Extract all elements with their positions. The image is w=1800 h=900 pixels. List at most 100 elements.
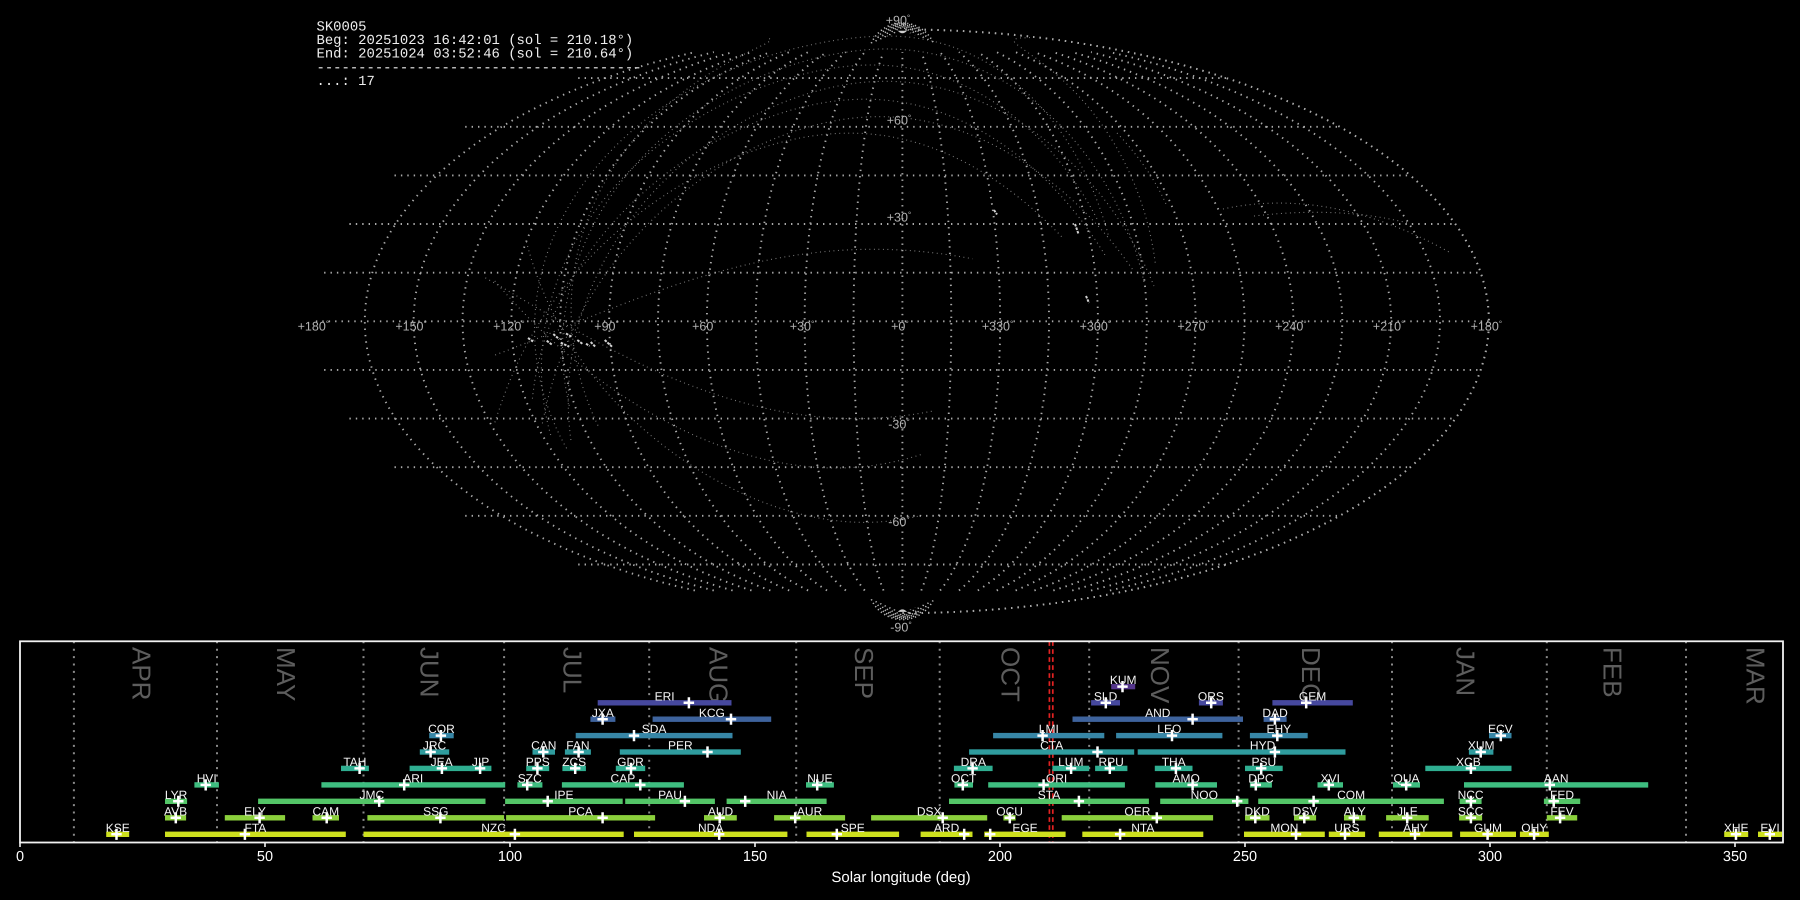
svg-text:FEB: FEB: [1597, 647, 1627, 698]
svg-text:OER: OER: [1124, 804, 1150, 818]
svg-text:250: 250: [1233, 849, 1257, 865]
svg-text:GUM: GUM: [1474, 821, 1502, 835]
svg-text:...: 17: ...: 17: [317, 74, 375, 90]
svg-text:PSU: PSU: [1252, 755, 1277, 769]
svg-text:GDR: GDR: [617, 755, 644, 769]
svg-text:PCA: PCA: [568, 804, 593, 818]
svg-text:ARD: ARD: [934, 821, 960, 835]
svg-text:MAY: MAY: [271, 647, 301, 701]
svg-text:AUR: AUR: [797, 804, 823, 818]
svg-text:AAN: AAN: [1544, 772, 1569, 786]
svg-text:HVI: HVI: [197, 772, 217, 786]
svg-text:150: 150: [743, 849, 767, 865]
svg-text:TAH: TAH: [343, 755, 366, 769]
svg-text:+60°: +60°: [887, 112, 912, 127]
svg-text:STA: STA: [1038, 788, 1060, 802]
svg-text:QUA: QUA: [1393, 772, 1419, 786]
svg-text:CAN: CAN: [531, 739, 556, 753]
svg-text:ELY: ELY: [244, 804, 266, 818]
svg-text:+150°: +150°: [395, 318, 427, 333]
svg-text:SZC: SZC: [518, 772, 542, 786]
svg-text:EGE: EGE: [1012, 821, 1037, 835]
svg-text:50: 50: [257, 849, 273, 865]
svg-text:+90°: +90°: [886, 13, 911, 28]
svg-text:ERI: ERI: [655, 689, 675, 703]
svg-text:SLD: SLD: [1094, 689, 1118, 703]
svg-text:MON: MON: [1270, 821, 1298, 835]
svg-text:THA: THA: [1162, 755, 1186, 769]
svg-text:ORI: ORI: [1046, 772, 1067, 786]
svg-text:XHE: XHE: [1724, 821, 1749, 835]
svg-text:NOO: NOO: [1191, 788, 1218, 802]
svg-text:EVI: EVI: [1760, 821, 1779, 835]
svg-text:JIP: JIP: [472, 755, 489, 769]
svg-text:KUM: KUM: [1110, 673, 1137, 687]
svg-text:NCC: NCC: [1458, 788, 1484, 802]
svg-text:AVB: AVB: [164, 804, 187, 818]
svg-text:HYD: HYD: [1250, 739, 1276, 753]
svg-text:200: 200: [988, 849, 1012, 865]
svg-text:DSV: DSV: [1293, 804, 1318, 818]
svg-text:FAN: FAN: [566, 739, 589, 753]
svg-text:JLE: JLE: [1397, 804, 1418, 818]
svg-text:URS: URS: [1334, 821, 1359, 835]
svg-text:DKD: DKD: [1245, 804, 1271, 818]
svg-text:300: 300: [1478, 849, 1502, 865]
svg-text:Solar longitude (deg): Solar longitude (deg): [831, 869, 970, 886]
svg-text:+330°: +330°: [982, 318, 1014, 333]
svg-text:+300°: +300°: [1080, 318, 1112, 333]
svg-text:RPU: RPU: [1099, 755, 1124, 769]
svg-text:OCT: OCT: [995, 647, 1025, 702]
svg-text:+30°: +30°: [887, 210, 912, 225]
svg-text:FED: FED: [1550, 788, 1574, 802]
svg-text:PAU: PAU: [658, 788, 682, 802]
svg-text:PPS: PPS: [526, 755, 550, 769]
svg-text:JAN: JAN: [1450, 647, 1480, 696]
svg-text:AHY: AHY: [1403, 821, 1428, 835]
svg-text:AUG: AUG: [704, 647, 734, 703]
svg-text:JEA: JEA: [431, 755, 453, 769]
svg-text:AMO: AMO: [1173, 772, 1200, 786]
svg-text:+180°: +180°: [298, 318, 330, 333]
svg-text:CAM: CAM: [312, 804, 339, 818]
svg-text:IPE: IPE: [554, 788, 573, 802]
svg-text:APR: APR: [126, 647, 156, 700]
svg-text:DRA: DRA: [961, 755, 986, 769]
svg-text:JUN: JUN: [415, 647, 445, 698]
svg-text:+210°: +210°: [1373, 318, 1405, 333]
svg-text:CTA: CTA: [1040, 739, 1063, 753]
svg-text:NIA: NIA: [767, 788, 787, 802]
svg-text:AND: AND: [1145, 706, 1171, 720]
svg-text:DSX: DSX: [917, 804, 942, 818]
svg-text:CAP: CAP: [611, 772, 636, 786]
svg-text:+120°: +120°: [493, 318, 525, 333]
svg-text:ALY: ALY: [1344, 804, 1366, 818]
svg-text:LEO: LEO: [1157, 722, 1181, 736]
svg-text:SCC: SCC: [1458, 804, 1484, 818]
svg-text:ZCS: ZCS: [562, 755, 586, 769]
svg-text:AUD: AUD: [708, 804, 734, 818]
svg-text:350: 350: [1723, 849, 1747, 865]
svg-text:SSG: SSG: [423, 804, 448, 818]
svg-text:NDA: NDA: [698, 821, 723, 835]
svg-text:0: 0: [16, 849, 24, 865]
svg-text:JXA: JXA: [592, 706, 614, 720]
svg-text:KSE: KSE: [106, 821, 130, 835]
svg-text:JMC: JMC: [359, 788, 384, 802]
svg-text:XVI: XVI: [1321, 772, 1340, 786]
svg-text:SDA: SDA: [642, 722, 667, 736]
svg-text:LUM: LUM: [1058, 755, 1083, 769]
svg-text:+240°: +240°: [1275, 318, 1307, 333]
svg-text:+180°: +180°: [1471, 318, 1503, 333]
svg-text:+30°: +30°: [790, 318, 815, 333]
svg-text:JRC: JRC: [423, 739, 447, 753]
svg-text:SPE: SPE: [841, 821, 865, 835]
svg-text:NUE: NUE: [807, 772, 832, 786]
svg-text:OCU: OCU: [996, 804, 1023, 818]
svg-text:LYR: LYR: [165, 788, 188, 802]
svg-text:+60°: +60°: [692, 318, 717, 333]
svg-text:ARI: ARI: [403, 772, 423, 786]
svg-text:LMI: LMI: [1039, 722, 1059, 736]
svg-text:MAR: MAR: [1740, 647, 1770, 705]
svg-text:XUM: XUM: [1468, 739, 1495, 753]
